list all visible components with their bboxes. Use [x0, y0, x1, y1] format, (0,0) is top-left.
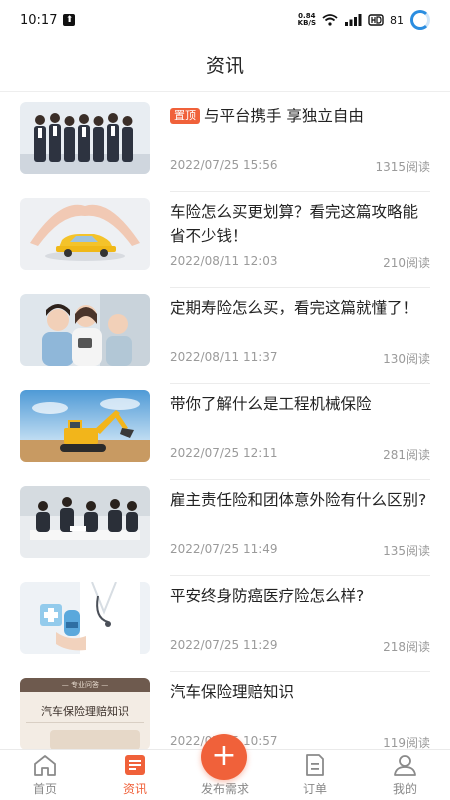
pinned-badge: 置顶 — [170, 108, 200, 124]
news-list[interactable]: 置顶 与平台携手 享独立自由 2022/07/25 15:56 1315阅读 车险… — [0, 96, 450, 750]
news-title[interactable]: 雇主责任险和团体意外险有什么区别? — [170, 488, 432, 512]
network-speed: 0.84 KB/S — [297, 12, 316, 27]
tab-orders-label: 订单 — [302, 782, 327, 796]
article-thumbnail-business-team — [20, 102, 150, 174]
tab-orders[interactable]: 订单 — [270, 750, 360, 800]
tab-mine[interactable]: 我的 — [360, 750, 450, 800]
news-date: 2022/07/25 15:56 — [170, 158, 278, 172]
cellular-signal-icon — [345, 14, 362, 26]
battery-icon — [410, 10, 430, 30]
tab-news[interactable]: 资讯 — [90, 750, 180, 800]
news-read-count: 1315阅读 — [375, 160, 430, 174]
article-thumbnail-office-meeting — [20, 486, 150, 558]
news-date: 2022/07/25 12:11 — [170, 446, 278, 460]
tab-news-label: 资讯 — [122, 782, 147, 796]
news-date: 2022/07/25 11:49 — [170, 542, 278, 556]
news-title[interactable]: 汽车保险理赔知识 — [170, 680, 432, 704]
thumbnail-caption-top: — 专业问答 — — [20, 678, 150, 692]
publish-request-button[interactable]: + — [201, 734, 247, 780]
status-time: 10:17 — [20, 12, 58, 28]
article-thumbnail-excavator — [20, 390, 150, 462]
news-title[interactable]: 平安终身防癌医疗险怎么样? — [170, 584, 432, 608]
tab-home-label: 首页 — [32, 782, 57, 796]
upload-notification-icon: ⬆ — [63, 14, 76, 26]
orders-icon — [306, 754, 324, 776]
tab-mine-label: 我的 — [392, 782, 417, 796]
battery-level: 81 — [390, 13, 404, 27]
news-icon — [125, 755, 145, 775]
news-title[interactable]: 定期寿险怎么买，看完这篇就懂了！ — [170, 296, 432, 320]
news-read-count: 130阅读 — [383, 352, 430, 366]
header-divider — [0, 91, 450, 92]
plus-icon: + — [211, 737, 237, 773]
news-title[interactable]: 置顶 与平台携手 享独立自由 — [170, 104, 432, 128]
page-title: 资讯 — [205, 54, 244, 77]
news-item[interactable]: 定期寿险怎么买，看完这篇就懂了！ 2022/08/11 11:37 130阅读 — [0, 288, 450, 384]
home-icon — [34, 755, 56, 776]
news-read-count: 218阅读 — [383, 640, 430, 654]
status-bar: 10:17 ⬆ 0.84 KB/S 81 — [0, 0, 450, 40]
news-read-count: 135阅读 — [383, 544, 430, 558]
news-read-count: 119阅读 — [383, 736, 430, 750]
thumbnail-caption-main: 汽车保险理赔知识 — [26, 702, 144, 723]
news-read-count: 281阅读 — [383, 448, 430, 462]
news-title[interactable]: 带你了解什么是工程机械保险 — [170, 392, 432, 416]
article-thumbnail-doctor — [20, 582, 150, 654]
news-item[interactable]: 带你了解什么是工程机械保险 2022/07/25 12:11 281阅读 — [0, 384, 450, 480]
article-thumbnail-car-in-hands — [20, 198, 150, 270]
news-date: 2022/08/11 11:37 — [170, 350, 278, 364]
news-item[interactable]: 车险怎么买更划算？看完这篇攻略能省不少钱！ 2022/08/11 12:03 2… — [0, 192, 450, 288]
tab-home[interactable]: 首页 — [0, 750, 90, 800]
article-thumbnail-family — [20, 294, 150, 366]
news-item[interactable]: 雇主责任险和团体意外险有什么区别? 2022/07/25 11:49 135阅读 — [0, 480, 450, 576]
tab-publish-label: 发布需求 — [200, 782, 249, 796]
news-item[interactable]: 置顶 与平台携手 享独立自由 2022/07/25 15:56 1315阅读 — [0, 96, 450, 192]
profile-icon — [394, 755, 416, 776]
thumbnail-decoration — [50, 730, 140, 750]
hd-signal-icon — [368, 14, 384, 26]
news-title[interactable]: 车险怎么买更划算？看完这篇攻略能省不少钱！ — [170, 200, 432, 248]
news-read-count: 210阅读 — [383, 256, 430, 270]
wifi-icon — [322, 14, 338, 26]
news-date: 2022/07/25 11:29 — [170, 638, 278, 652]
news-item[interactable]: 平安终身防癌医疗险怎么样? 2022/07/25 11:29 218阅读 — [0, 576, 450, 672]
article-thumbnail-car-insurance-card: — 专业问答 — 汽车保险理赔知识 — [20, 678, 150, 750]
news-date: 2022/08/11 12:03 — [170, 254, 278, 268]
